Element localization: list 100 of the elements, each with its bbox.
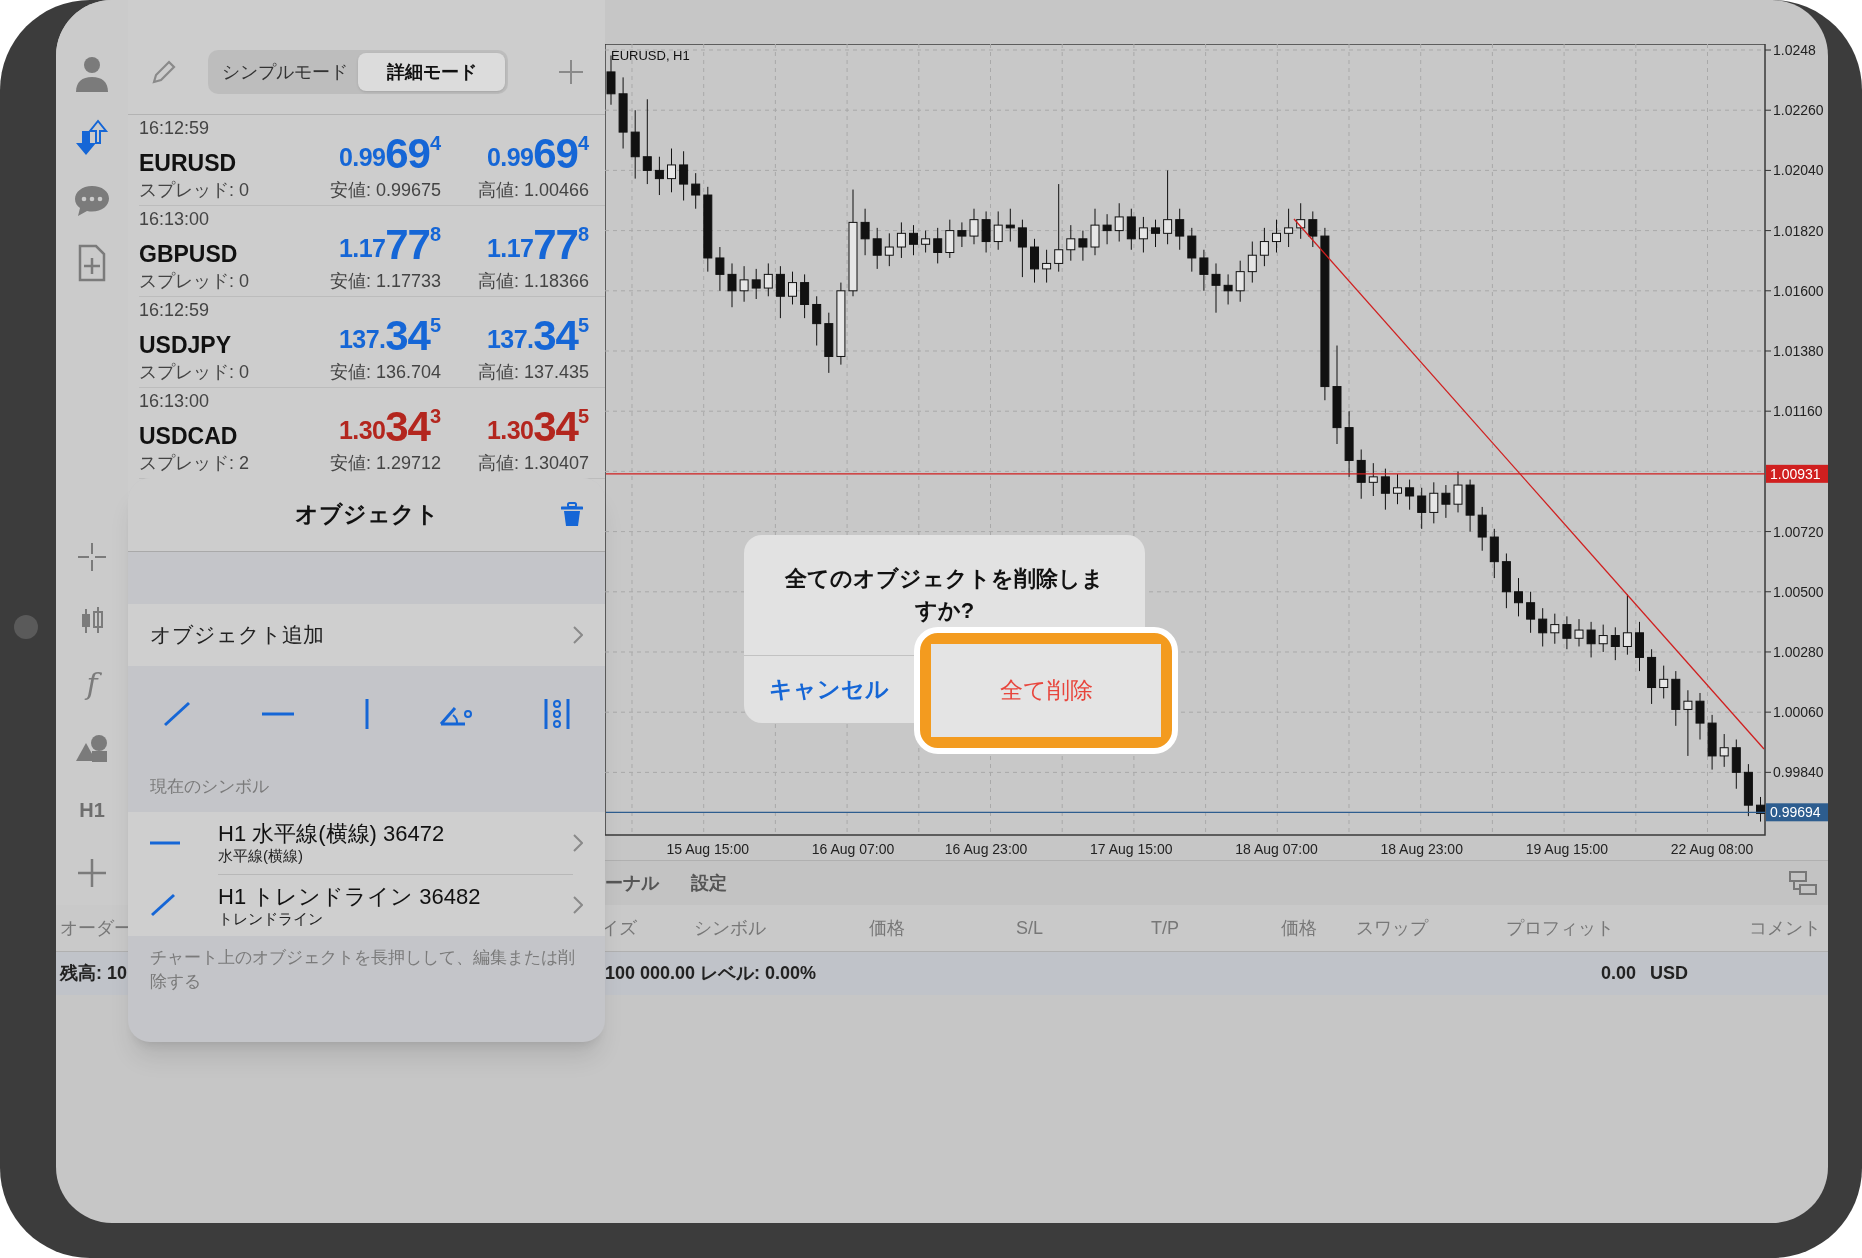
candlestick xyxy=(1284,208,1294,248)
candlestick xyxy=(1017,219,1027,278)
candlestick xyxy=(788,271,797,305)
trend-line-tool-icon[interactable] xyxy=(163,701,191,727)
candlestick xyxy=(667,148,676,193)
candlestick xyxy=(739,265,749,303)
candlestick xyxy=(1199,249,1209,292)
candlestick xyxy=(1259,227,1269,267)
price-axis-label: 1.01600 xyxy=(1773,282,1824,299)
quote-time: 16:12:59 xyxy=(139,117,210,139)
candlestick xyxy=(1163,169,1173,245)
toolbox-tab[interactable]: ーナル xyxy=(605,869,659,897)
low-price: 安値: 136.704 xyxy=(328,361,441,384)
ref-line-label: 0.99694 xyxy=(1770,804,1821,821)
symbol-name: USDJPY xyxy=(139,334,233,357)
candlestick xyxy=(1126,208,1136,251)
candlestick xyxy=(1659,665,1669,699)
quote-time: 16:13:00 xyxy=(139,208,210,230)
candlestick xyxy=(1683,689,1693,757)
time-axis-label: 15 Aug 15:00 xyxy=(666,841,750,857)
time-axis-label: 22 Aug 08:00 xyxy=(1670,841,1754,857)
fibonacci-tool-icon[interactable] xyxy=(544,698,570,730)
price-axis-label: 1.00060 xyxy=(1773,704,1824,721)
high-price: 高値: 137.435 xyxy=(476,361,589,384)
candlestick xyxy=(1429,481,1439,524)
candlestick xyxy=(957,221,967,248)
candlestick xyxy=(1308,210,1318,248)
object-title: H1 水平線(横線) 36472 xyxy=(218,821,445,847)
candlestick xyxy=(1247,241,1257,284)
candlestick xyxy=(1695,692,1705,741)
chart-title: EURUSD, H1 xyxy=(611,48,690,63)
candlestick xyxy=(1417,487,1427,530)
vertical-line-tool-icon[interactable] xyxy=(364,699,369,729)
popover-title: オブジェクト xyxy=(294,500,439,530)
object-item[interactable]: H1 水平線(横線) 36472 水平線(横線) xyxy=(128,812,605,874)
candlestick xyxy=(969,208,979,245)
balance-text: 残高: 10 xyxy=(58,962,128,985)
candlestick xyxy=(872,227,882,270)
candlestick xyxy=(1187,227,1197,273)
spread-text: スプレッド: 2 xyxy=(139,452,250,475)
time-axis-label: 16 Aug 07:00 xyxy=(811,841,895,857)
toolbox-tab[interactable]: 設定 xyxy=(691,869,727,897)
candlestick xyxy=(1138,216,1148,253)
high-price: 高値: 1.00466 xyxy=(476,179,589,202)
candlestick xyxy=(1296,202,1306,240)
high-price: 高値: 1.18366 xyxy=(476,270,589,293)
candlestick xyxy=(896,221,906,259)
candlestick xyxy=(921,230,931,253)
trash-icon[interactable] xyxy=(561,501,583,528)
candlestick xyxy=(691,172,701,210)
column-header: T/P xyxy=(1151,916,1180,940)
candlestick xyxy=(1453,470,1463,513)
candlestick xyxy=(1393,473,1402,505)
column-header: 価格 xyxy=(869,916,906,940)
mode-tab[interactable]: 詳細モード xyxy=(358,53,505,91)
candlestick xyxy=(1380,468,1390,511)
mode-tab[interactable]: シンプルモード xyxy=(211,53,358,91)
candlestick xyxy=(909,224,918,256)
candlestick xyxy=(1538,607,1548,647)
price-axis-label: 1.01820 xyxy=(1773,222,1824,239)
candlestick xyxy=(751,268,761,300)
candlestick xyxy=(642,98,652,185)
layout-icon[interactable] xyxy=(1788,869,1818,897)
ref-line-label: 1.00931 xyxy=(1770,465,1821,482)
object-type: トレンドライン xyxy=(218,909,323,928)
candlestick xyxy=(1405,479,1415,511)
spread-text: スプレッド: 0 xyxy=(139,179,250,202)
time-axis-label: 18 Aug 07:00 xyxy=(1235,841,1318,857)
candlestick xyxy=(1719,733,1729,768)
candlestick xyxy=(1514,577,1523,617)
symbol-name: EURUSD xyxy=(139,152,238,175)
cancel-button[interactable]: キャンセル xyxy=(744,656,914,723)
candlestick xyxy=(1550,613,1560,645)
pencil-icon[interactable] xyxy=(150,58,178,86)
horizontal-line-tool-icon[interactable] xyxy=(261,712,294,716)
symbol-name: GBPUSD xyxy=(139,243,239,266)
price-axis-label: 1.00500 xyxy=(1773,583,1824,600)
price-axis-label: 0.99840 xyxy=(1773,764,1824,781)
candlestick xyxy=(1054,183,1064,273)
candlestick xyxy=(945,219,955,259)
candlestick xyxy=(727,262,737,308)
object-item[interactable]: H1 トレンドライン 36482 トレンドライン xyxy=(128,874,605,936)
candlestick xyxy=(1526,591,1536,634)
chevron-right-icon xyxy=(573,896,583,914)
candlestick xyxy=(1586,621,1596,658)
candlestick xyxy=(1598,624,1608,653)
candlestick xyxy=(1211,262,1221,314)
object-title: H1 トレンドライン 36482 xyxy=(218,883,481,910)
plus-icon[interactable] xyxy=(557,58,585,86)
candlestick xyxy=(1477,506,1487,552)
horizontal-line-icon xyxy=(150,841,180,845)
candlestick xyxy=(1356,448,1366,500)
candlestick xyxy=(860,208,870,256)
candlestick xyxy=(1151,219,1160,248)
candlestick xyxy=(1272,219,1281,253)
candlestick xyxy=(679,150,689,201)
section-label: 現在のシンボル xyxy=(150,776,269,799)
chevron-right-icon xyxy=(573,834,583,852)
add-object-row[interactable]: オブジェクト追加 xyxy=(128,604,605,666)
candlestick xyxy=(1005,208,1015,243)
